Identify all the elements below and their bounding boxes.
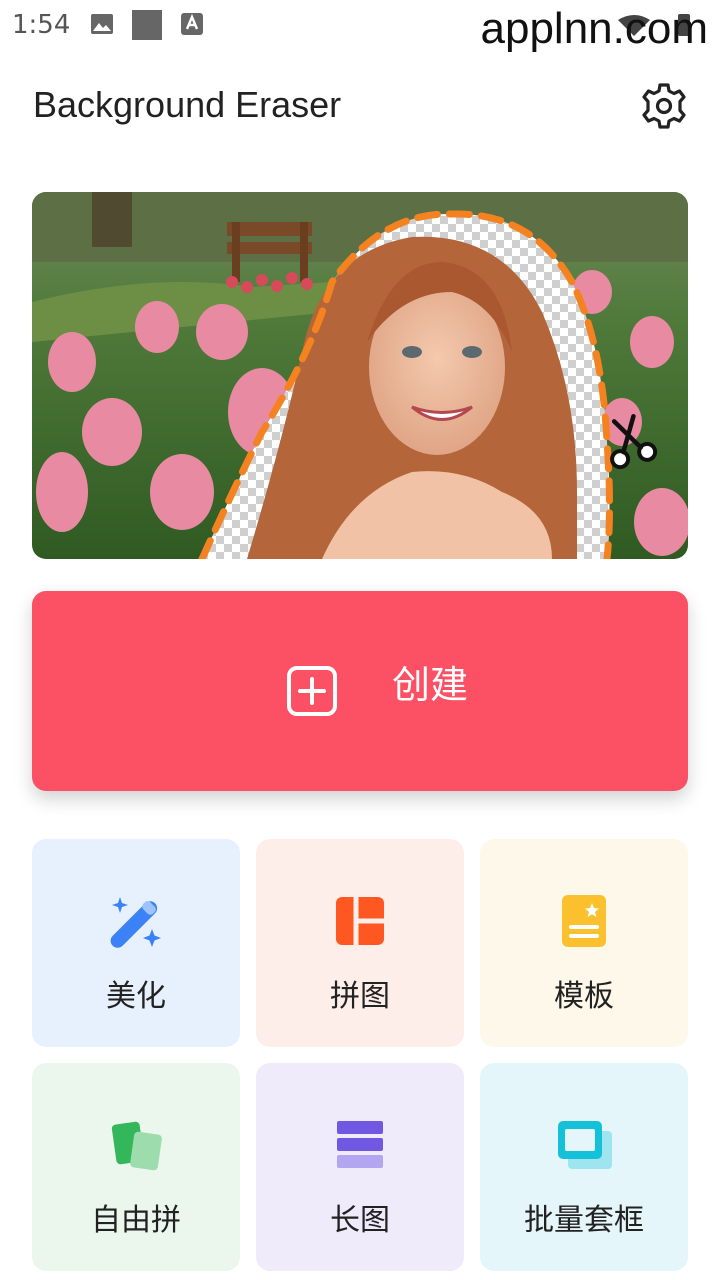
tile-label: 模板 (554, 979, 614, 1014)
square-icon (132, 10, 162, 40)
long-image-icon (337, 1121, 383, 1168)
tile-label: 自由拼 (91, 1203, 181, 1238)
plus-square-icon (287, 666, 337, 716)
tile-label: 美化 (106, 979, 166, 1014)
page-title: Background Eraser (33, 84, 342, 125)
gear-icon[interactable] (638, 80, 690, 132)
tile-label: 长图 (330, 1203, 390, 1238)
tile-template[interactable]: 模板 (480, 839, 688, 1047)
template-card-icon (562, 895, 606, 947)
tile-free-collage[interactable]: 自由拼 (32, 1063, 240, 1271)
create-label: 创建 (392, 663, 469, 707)
image-icon (91, 14, 113, 34)
tile-beautify[interactable]: 美化 (32, 839, 240, 1047)
magic-wand-icon (110, 897, 161, 948)
batch-frame-icon (558, 1121, 612, 1169)
status-time: 1:54 (12, 10, 71, 40)
tile-long-image[interactable]: 长图 (256, 1063, 464, 1271)
tile-batch-frame[interactable]: 批量套框 (480, 1063, 688, 1271)
hero-banner[interactable] (32, 192, 688, 559)
create-button[interactable]: 创建 (32, 591, 688, 791)
status-bar: 1:54 applnn.com (0, 0, 720, 53)
tile-collage[interactable]: 拼图 (256, 839, 464, 1047)
text-a-icon (181, 13, 203, 35)
tile-label: 拼图 (330, 979, 390, 1014)
tile-label: 批量套框 (524, 1203, 644, 1238)
watermark: applnn.com (480, 4, 708, 53)
free-collage-icon (111, 1121, 162, 1171)
hero-illustration (32, 192, 688, 559)
collage-grid-icon (336, 897, 384, 945)
